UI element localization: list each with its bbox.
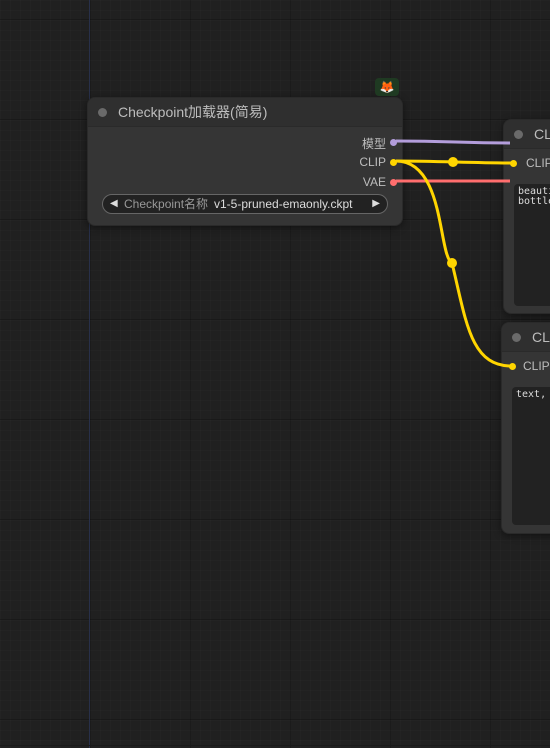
combo-prev-arrow-icon[interactable]: ◀ xyxy=(110,195,118,213)
output-slot-clip-dot[interactable] xyxy=(390,159,397,166)
clip-text-encode-node-positive[interactable]: CL CLIP beauti bottle xyxy=(503,119,550,314)
input-slot-clip-dot[interactable] xyxy=(510,160,517,167)
fox-icon: 🦊 xyxy=(375,78,399,96)
input-label-clip: CLIP xyxy=(526,156,550,170)
output-label-model: 模型 xyxy=(361,137,386,151)
output-slot-model-dot[interactable] xyxy=(390,139,397,146)
link-clip-positive[interactable] xyxy=(395,159,514,165)
link-midpoint-dot[interactable] xyxy=(447,258,457,268)
node-title: CL xyxy=(532,329,550,345)
collapse-dot-icon[interactable] xyxy=(98,108,107,117)
node-title: CL xyxy=(534,126,550,142)
output-slot-vae-dot[interactable] xyxy=(390,179,397,186)
checkpoint-loader-node[interactable]: Checkpoint加载器(简易) 模型 CLIP VAE ◀ Checkpoi… xyxy=(87,97,403,226)
collapse-dot-icon[interactable] xyxy=(514,130,523,139)
clip-text-encode-node-negative[interactable]: CL CLIP text, xyxy=(501,322,550,534)
node-title-bar[interactable]: Checkpoint加载器(简易) xyxy=(88,98,402,127)
combo-label: Checkpoint名称 xyxy=(124,197,209,211)
node-title-bar[interactable]: CL xyxy=(502,323,550,352)
input-label-clip: CLIP xyxy=(523,359,550,373)
combo-next-arrow-icon[interactable]: ▶ xyxy=(372,195,380,213)
output-label-vae: VAE xyxy=(362,175,386,189)
prompt-textarea[interactable]: beauti bottle xyxy=(514,184,550,306)
link-clip-negative[interactable] xyxy=(395,159,512,368)
combo-value: v1-5-pruned-emaonly.ckpt xyxy=(214,197,353,211)
node-title-bar[interactable]: CL xyxy=(504,120,550,149)
node-title: Checkpoint加载器(简易) xyxy=(118,104,268,120)
node-graph-canvas[interactable]: 🦊 Checkpoint加载器(简易) 模型 CLIP VAE ◀ Checkp… xyxy=(0,0,550,748)
canvas-bottom-line xyxy=(0,745,550,746)
link-midpoint-dot[interactable] xyxy=(448,157,458,167)
input-slot-clip-dot[interactable] xyxy=(509,363,516,370)
link-model[interactable] xyxy=(395,139,511,145)
checkpoint-name-combo[interactable]: ◀ Checkpoint名称 v1-5-pruned-emaonly.ckpt … xyxy=(102,194,388,214)
output-label-clip: CLIP xyxy=(359,155,386,169)
prompt-textarea[interactable]: text, xyxy=(512,387,550,525)
collapse-dot-icon[interactable] xyxy=(512,333,521,342)
